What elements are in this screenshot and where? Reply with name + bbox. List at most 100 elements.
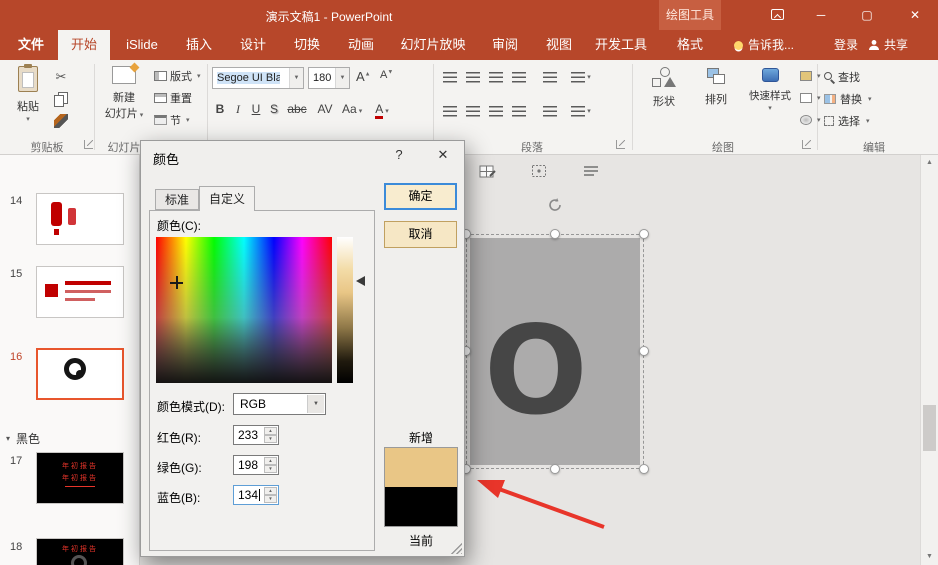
sign-in-button[interactable]: 登录 bbox=[824, 30, 868, 60]
quick-styles-button[interactable]: 快速样式 ▾ bbox=[742, 64, 798, 136]
text-direction-button[interactable]: ▾ bbox=[566, 68, 596, 86]
selection-handle-se[interactable] bbox=[639, 464, 649, 474]
shape-effects-button[interactable]: ▾ bbox=[800, 112, 821, 128]
spin-down-icon[interactable]: ▼ bbox=[264, 465, 277, 473]
green-input[interactable]: 198 ▲ ▼ bbox=[233, 455, 279, 475]
share-button[interactable]: 共享 bbox=[868, 30, 908, 60]
tab-slideshow[interactable]: 幻灯片放映 bbox=[390, 30, 476, 60]
selection-handle-n[interactable] bbox=[550, 229, 560, 239]
tab-standard[interactable]: 标准 bbox=[155, 189, 199, 210]
align-right-button[interactable] bbox=[486, 102, 506, 120]
font-size-combo[interactable]: 180 ▼ bbox=[308, 67, 350, 89]
slide-thumbnail-16-selected[interactable] bbox=[36, 348, 124, 400]
align-center-button[interactable] bbox=[463, 102, 483, 120]
grow-font-button[interactable]: A▲ bbox=[356, 69, 371, 84]
slide-thumbnail-17[interactable]: 年初报告 年初报告 bbox=[36, 452, 124, 504]
spin-down-icon[interactable]: ▼ bbox=[264, 435, 277, 443]
tab-insert[interactable]: 插入 bbox=[174, 30, 224, 60]
tab-developer[interactable]: 开发工具 bbox=[588, 30, 654, 60]
section-header-black[interactable]: ▾ 黑色 bbox=[6, 430, 40, 446]
shape-fill-button[interactable]: ▾ bbox=[800, 68, 821, 84]
tab-custom[interactable]: 自定义 bbox=[199, 186, 255, 211]
columns-button[interactable] bbox=[540, 102, 560, 120]
tab-design[interactable]: 设计 bbox=[228, 30, 278, 60]
underline-button[interactable]: U bbox=[248, 102, 264, 116]
shape-tool-button[interactable] bbox=[528, 161, 550, 181]
scroll-down-button[interactable]: ▼ bbox=[921, 549, 938, 565]
dialog-close-button[interactable]: ✕ bbox=[423, 141, 463, 169]
text-shadow-button[interactable]: S bbox=[266, 102, 282, 116]
scroll-up-button[interactable]: ▲ bbox=[921, 155, 938, 171]
red-input[interactable]: 233 ▲ ▼ bbox=[233, 425, 279, 445]
draw-table-button[interactable] bbox=[476, 161, 498, 181]
arrange-button[interactable]: 排列 bbox=[694, 64, 738, 136]
tab-transitions[interactable]: 切换 bbox=[282, 30, 332, 60]
combo-arrow-icon[interactable]: ▼ bbox=[289, 68, 303, 88]
line-spacing-button[interactable] bbox=[540, 68, 560, 86]
tab-review[interactable]: 审阅 bbox=[480, 30, 530, 60]
combo-arrow-icon[interactable]: ▼ bbox=[335, 68, 349, 88]
section-collapse-icon[interactable]: ▾ bbox=[6, 434, 10, 443]
tab-home[interactable]: 开始 bbox=[58, 30, 110, 60]
tab-format[interactable]: 格式 bbox=[662, 30, 718, 60]
format-painter-button[interactable] bbox=[52, 112, 70, 130]
cancel-button[interactable]: 取消 bbox=[384, 221, 457, 248]
numbering-button[interactable] bbox=[463, 68, 483, 86]
tab-file[interactable]: 文件 bbox=[8, 30, 54, 60]
select-button[interactable]: 选择 ▾ bbox=[824, 113, 870, 129]
align-text-button[interactable]: ▾ bbox=[566, 102, 596, 120]
tab-islide[interactable]: iSlide bbox=[114, 30, 170, 60]
selection-handle-s[interactable] bbox=[550, 464, 560, 474]
justify-button[interactable] bbox=[509, 102, 529, 120]
decrease-indent-button[interactable] bbox=[486, 68, 506, 86]
spin-up-icon[interactable]: ▲ bbox=[264, 427, 277, 435]
layout-button[interactable]: 版式 ▾ bbox=[154, 68, 201, 84]
rotation-handle[interactable] bbox=[547, 197, 563, 213]
close-button[interactable]: ✕ bbox=[894, 0, 936, 30]
slide-thumbnail-18[interactable]: 年初报告 bbox=[36, 538, 124, 565]
italic-button[interactable]: I bbox=[230, 102, 246, 117]
blue-input[interactable]: 134 ▲ ▼ bbox=[233, 485, 279, 505]
shrink-font-button[interactable]: A▼ bbox=[380, 69, 393, 81]
font-color-button[interactable]: A ▾ bbox=[372, 102, 392, 119]
color-mode-select[interactable]: RGB ▼ bbox=[233, 393, 326, 415]
paste-button[interactable]: 粘贴 ▾ bbox=[8, 64, 48, 136]
scrollbar-thumb[interactable] bbox=[923, 405, 936, 451]
ribbon-display-options-button[interactable] bbox=[756, 0, 798, 30]
change-case-button[interactable]: Aa ▾ bbox=[342, 102, 362, 116]
bold-button[interactable]: B bbox=[212, 102, 228, 116]
spin-up-icon[interactable]: ▲ bbox=[264, 457, 277, 465]
replace-button[interactable]: 替换 ▾ bbox=[824, 91, 872, 107]
luminance-slider[interactable] bbox=[337, 237, 353, 383]
drawing-dialog-launcher[interactable] bbox=[802, 140, 811, 149]
strikethrough-button[interactable]: abc bbox=[284, 102, 310, 116]
tab-animations[interactable]: 动画 bbox=[336, 30, 386, 60]
increase-indent-button[interactable] bbox=[509, 68, 529, 86]
paragraph-dialog-launcher[interactable] bbox=[616, 140, 625, 149]
vertical-scrollbar[interactable]: ▲ ▼ bbox=[920, 155, 938, 565]
copy-button[interactable] bbox=[52, 90, 70, 108]
minimize-button[interactable]: ─ bbox=[800, 0, 842, 30]
cut-button[interactable]: ✂ bbox=[52, 68, 70, 86]
font-name-combo[interactable]: Segoe UI Bla ▼ bbox=[212, 67, 304, 89]
reset-button[interactable]: 重置 bbox=[154, 90, 192, 106]
spin-up-icon[interactable]: ▲ bbox=[264, 487, 277, 495]
slide-thumbnail-14[interactable] bbox=[36, 193, 124, 245]
maximize-button[interactable]: ▢ bbox=[846, 0, 888, 30]
clipboard-dialog-launcher[interactable] bbox=[84, 140, 93, 149]
list-tool-button[interactable] bbox=[580, 161, 602, 181]
slide-thumbnail-15[interactable] bbox=[36, 266, 124, 318]
dialog-help-button[interactable]: ? bbox=[379, 141, 419, 169]
character-spacing-button[interactable]: AV bbox=[314, 102, 336, 116]
shapes-button[interactable]: 形状 bbox=[640, 64, 688, 136]
selection-handle-ne[interactable] bbox=[639, 229, 649, 239]
find-button[interactable]: 查找 bbox=[824, 69, 860, 85]
selection-handle-e[interactable] bbox=[639, 346, 649, 356]
section-button[interactable]: 节 ▾ bbox=[154, 112, 190, 128]
combo-arrow-icon[interactable]: ▼ bbox=[307, 395, 324, 413]
luminance-slider-arrow[interactable] bbox=[356, 276, 365, 286]
ok-button[interactable]: 确定 bbox=[384, 183, 457, 210]
spectrum-crosshair[interactable] bbox=[170, 276, 183, 289]
shape-outline-button[interactable]: ▾ bbox=[800, 90, 821, 106]
align-left-button[interactable] bbox=[440, 102, 460, 120]
